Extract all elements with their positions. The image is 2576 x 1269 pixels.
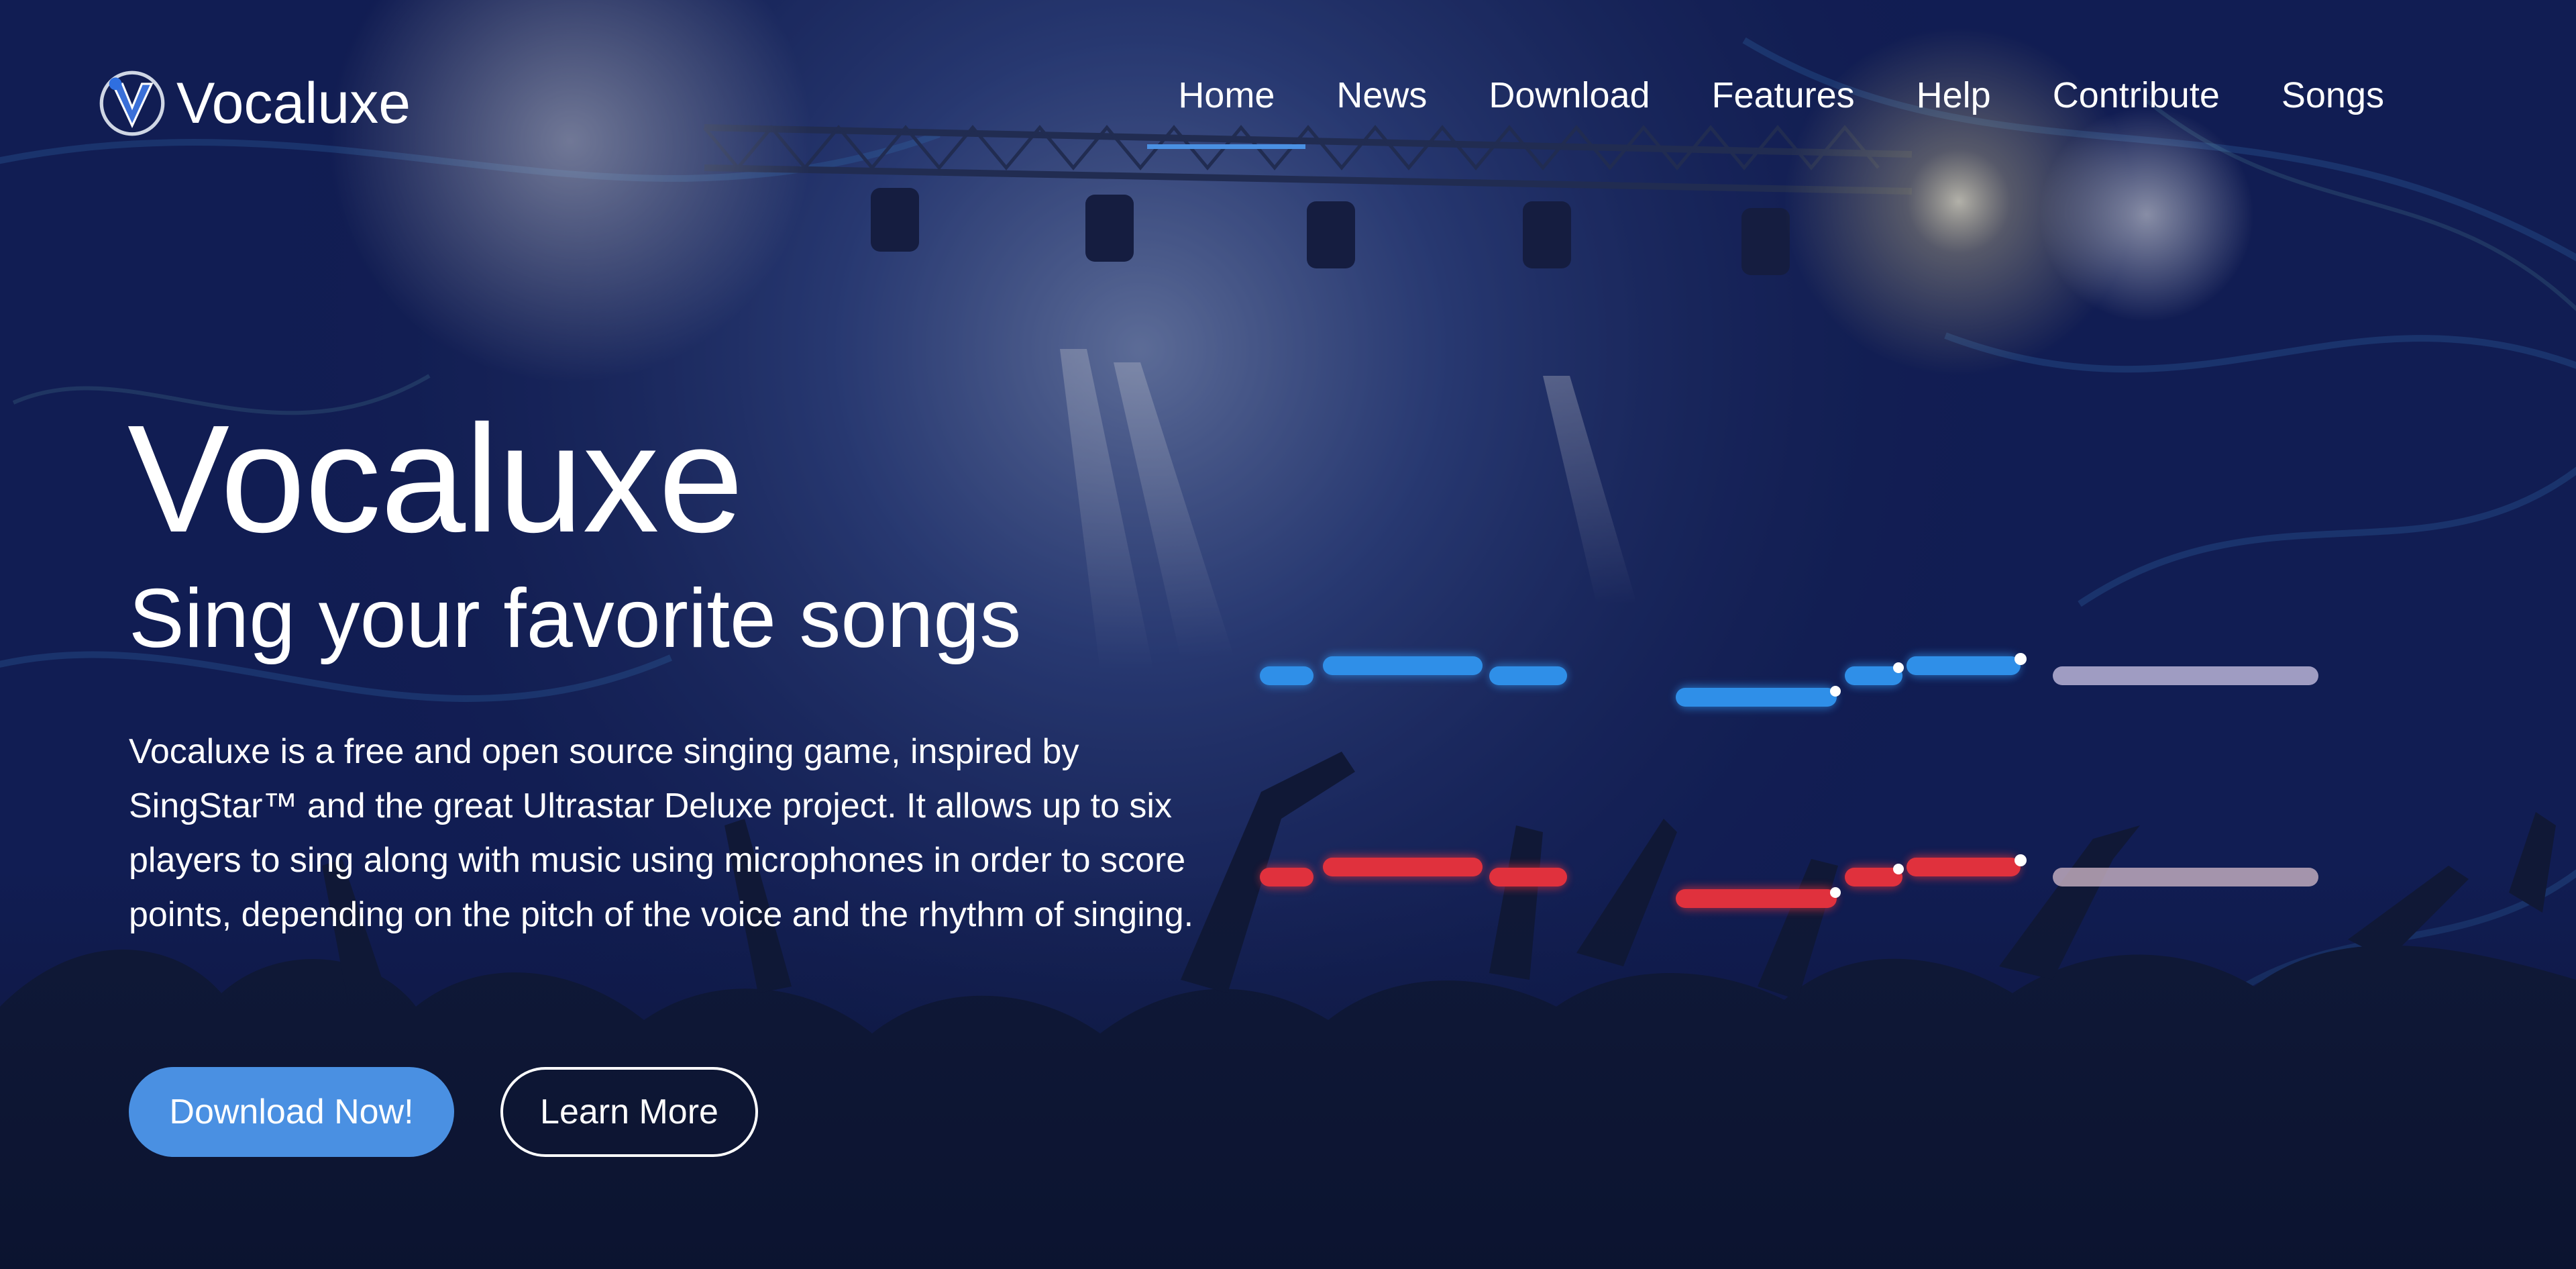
- nav-item-home[interactable]: Home: [1147, 64, 1306, 149]
- nav-item-contribute[interactable]: Contribute: [2022, 64, 2251, 126]
- learn-more-button[interactable]: Learn More: [500, 1067, 758, 1157]
- vocaluxe-v-logo-icon: [99, 70, 165, 136]
- hero-title: Vocaluxe: [127, 394, 743, 564]
- hero-page: Vocaluxe Home News Download Features Hel…: [0, 0, 2576, 1269]
- nav-item-help[interactable]: Help: [1886, 64, 2022, 126]
- nav-item-news[interactable]: News: [1305, 64, 1458, 126]
- nav-item-features[interactable]: Features: [1681, 64, 1886, 126]
- brand-name: Vocaluxe: [176, 71, 411, 136]
- main-navigation: Home News Download Features Help Contrib…: [1147, 64, 2415, 149]
- download-now-button[interactable]: Download Now!: [129, 1067, 454, 1157]
- brand-logo-link[interactable]: Vocaluxe: [97, 66, 411, 141]
- hero-description: Vocaluxe is a free and open source singi…: [129, 732, 1194, 934]
- nav-item-download[interactable]: Download: [1458, 64, 1680, 126]
- nav-item-songs[interactable]: Songs: [2251, 64, 2415, 126]
- hero-subtitle: Sing your favorite songs: [129, 572, 1022, 665]
